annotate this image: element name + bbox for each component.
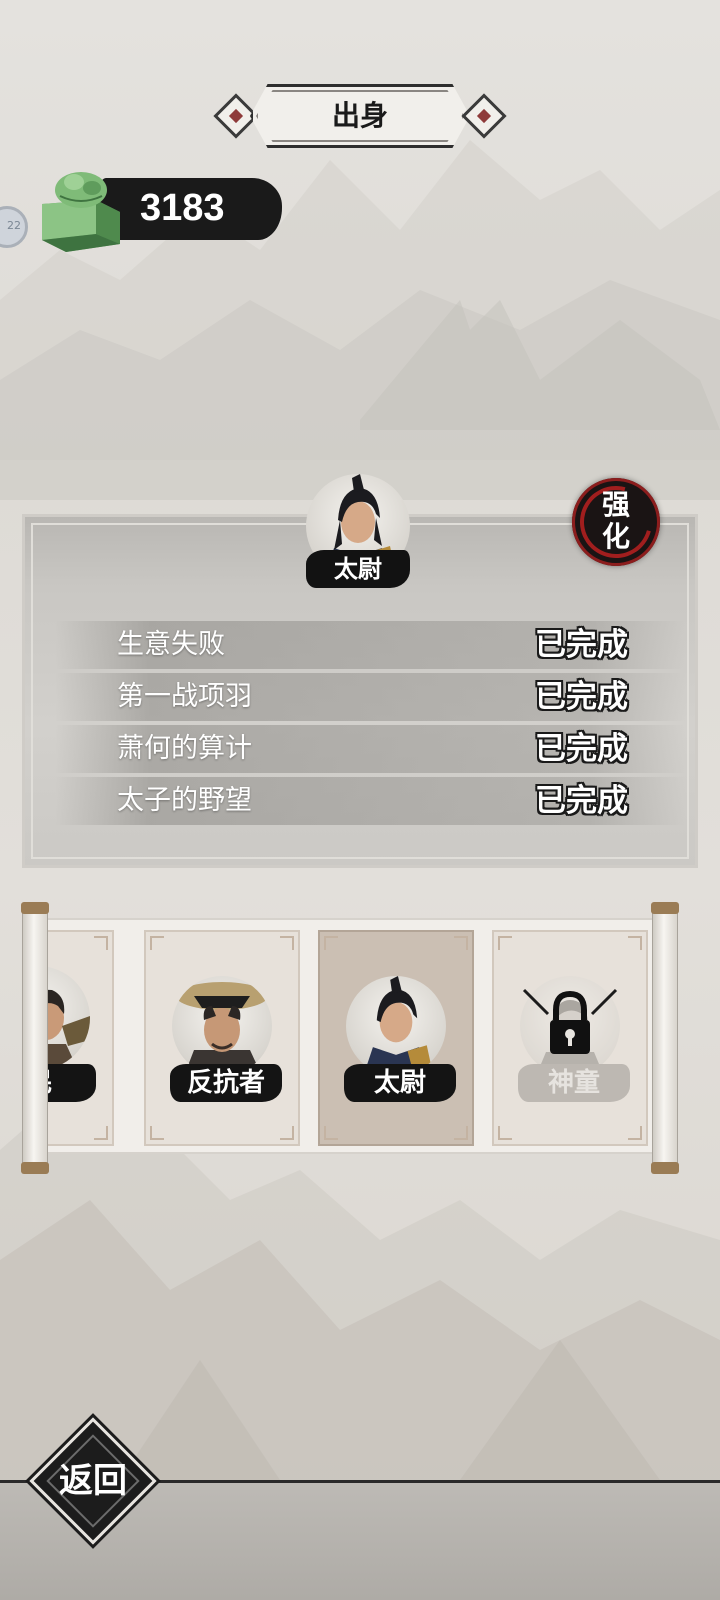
currency-amount: 3183 bbox=[140, 187, 225, 229]
task-name: 第一战项羽 bbox=[117, 681, 252, 712]
hero-name-label: 太尉 bbox=[306, 550, 410, 588]
origin-card-selected[interactable]: 太尉 bbox=[318, 930, 474, 1146]
origin-name: 太尉 bbox=[344, 1064, 456, 1102]
task-name: 萧何的算计 bbox=[117, 733, 252, 764]
hero-face-icon bbox=[363, 976, 435, 1076]
task-status: 已完成 bbox=[535, 679, 628, 715]
enhance-button[interactable]: 强 化 bbox=[566, 472, 666, 572]
origin-card[interactable]: 民 bbox=[48, 930, 114, 1146]
origin-name: 民 bbox=[48, 1064, 96, 1102]
rebel-face-icon bbox=[176, 982, 268, 1076]
task-row: 太子的野望 已完成 bbox=[55, 777, 685, 825]
title-banner: 出身 bbox=[213, 82, 507, 152]
back-button-label: 返回 bbox=[59, 1461, 127, 1501]
back-button[interactable]: 返回 bbox=[29, 1417, 157, 1545]
task-row: 生意失败 已完成 bbox=[55, 621, 685, 669]
task-status: 已完成 bbox=[535, 731, 628, 767]
task-row: 第一战项羽 已完成 bbox=[55, 673, 685, 721]
origin-name: 神童 bbox=[518, 1064, 630, 1102]
task-name: 生意失败 bbox=[117, 629, 225, 660]
page-title: 出身 bbox=[331, 99, 388, 132]
scroll-rod-left bbox=[21, 902, 49, 1174]
lock-icon bbox=[522, 988, 618, 1054]
origin-avatar bbox=[346, 976, 446, 1076]
task-name: 太子的野望 bbox=[117, 785, 252, 816]
origin-card-locked[interactable]: 神童 bbox=[492, 930, 648, 1146]
task-status: 已完成 bbox=[535, 783, 628, 819]
commoner-face-icon bbox=[48, 989, 90, 1070]
origin-card-strip[interactable]: 民 反抗者 bbox=[48, 918, 668, 1154]
origin-scroll-carousel[interactable]: 民 反抗者 bbox=[21, 902, 694, 1174]
origin-avatar bbox=[172, 976, 272, 1076]
jade-seal-icon bbox=[42, 172, 120, 252]
origin-card[interactable]: 反抗者 bbox=[144, 930, 300, 1146]
origin-avatar bbox=[48, 966, 90, 1070]
origin-name: 反抗者 bbox=[170, 1064, 282, 1102]
task-row: 萧何的算计 已完成 bbox=[55, 725, 685, 773]
task-status: 已完成 bbox=[535, 627, 628, 663]
scroll-rod-right bbox=[651, 902, 679, 1174]
selected-origin-portrait: 太尉 bbox=[300, 470, 416, 588]
